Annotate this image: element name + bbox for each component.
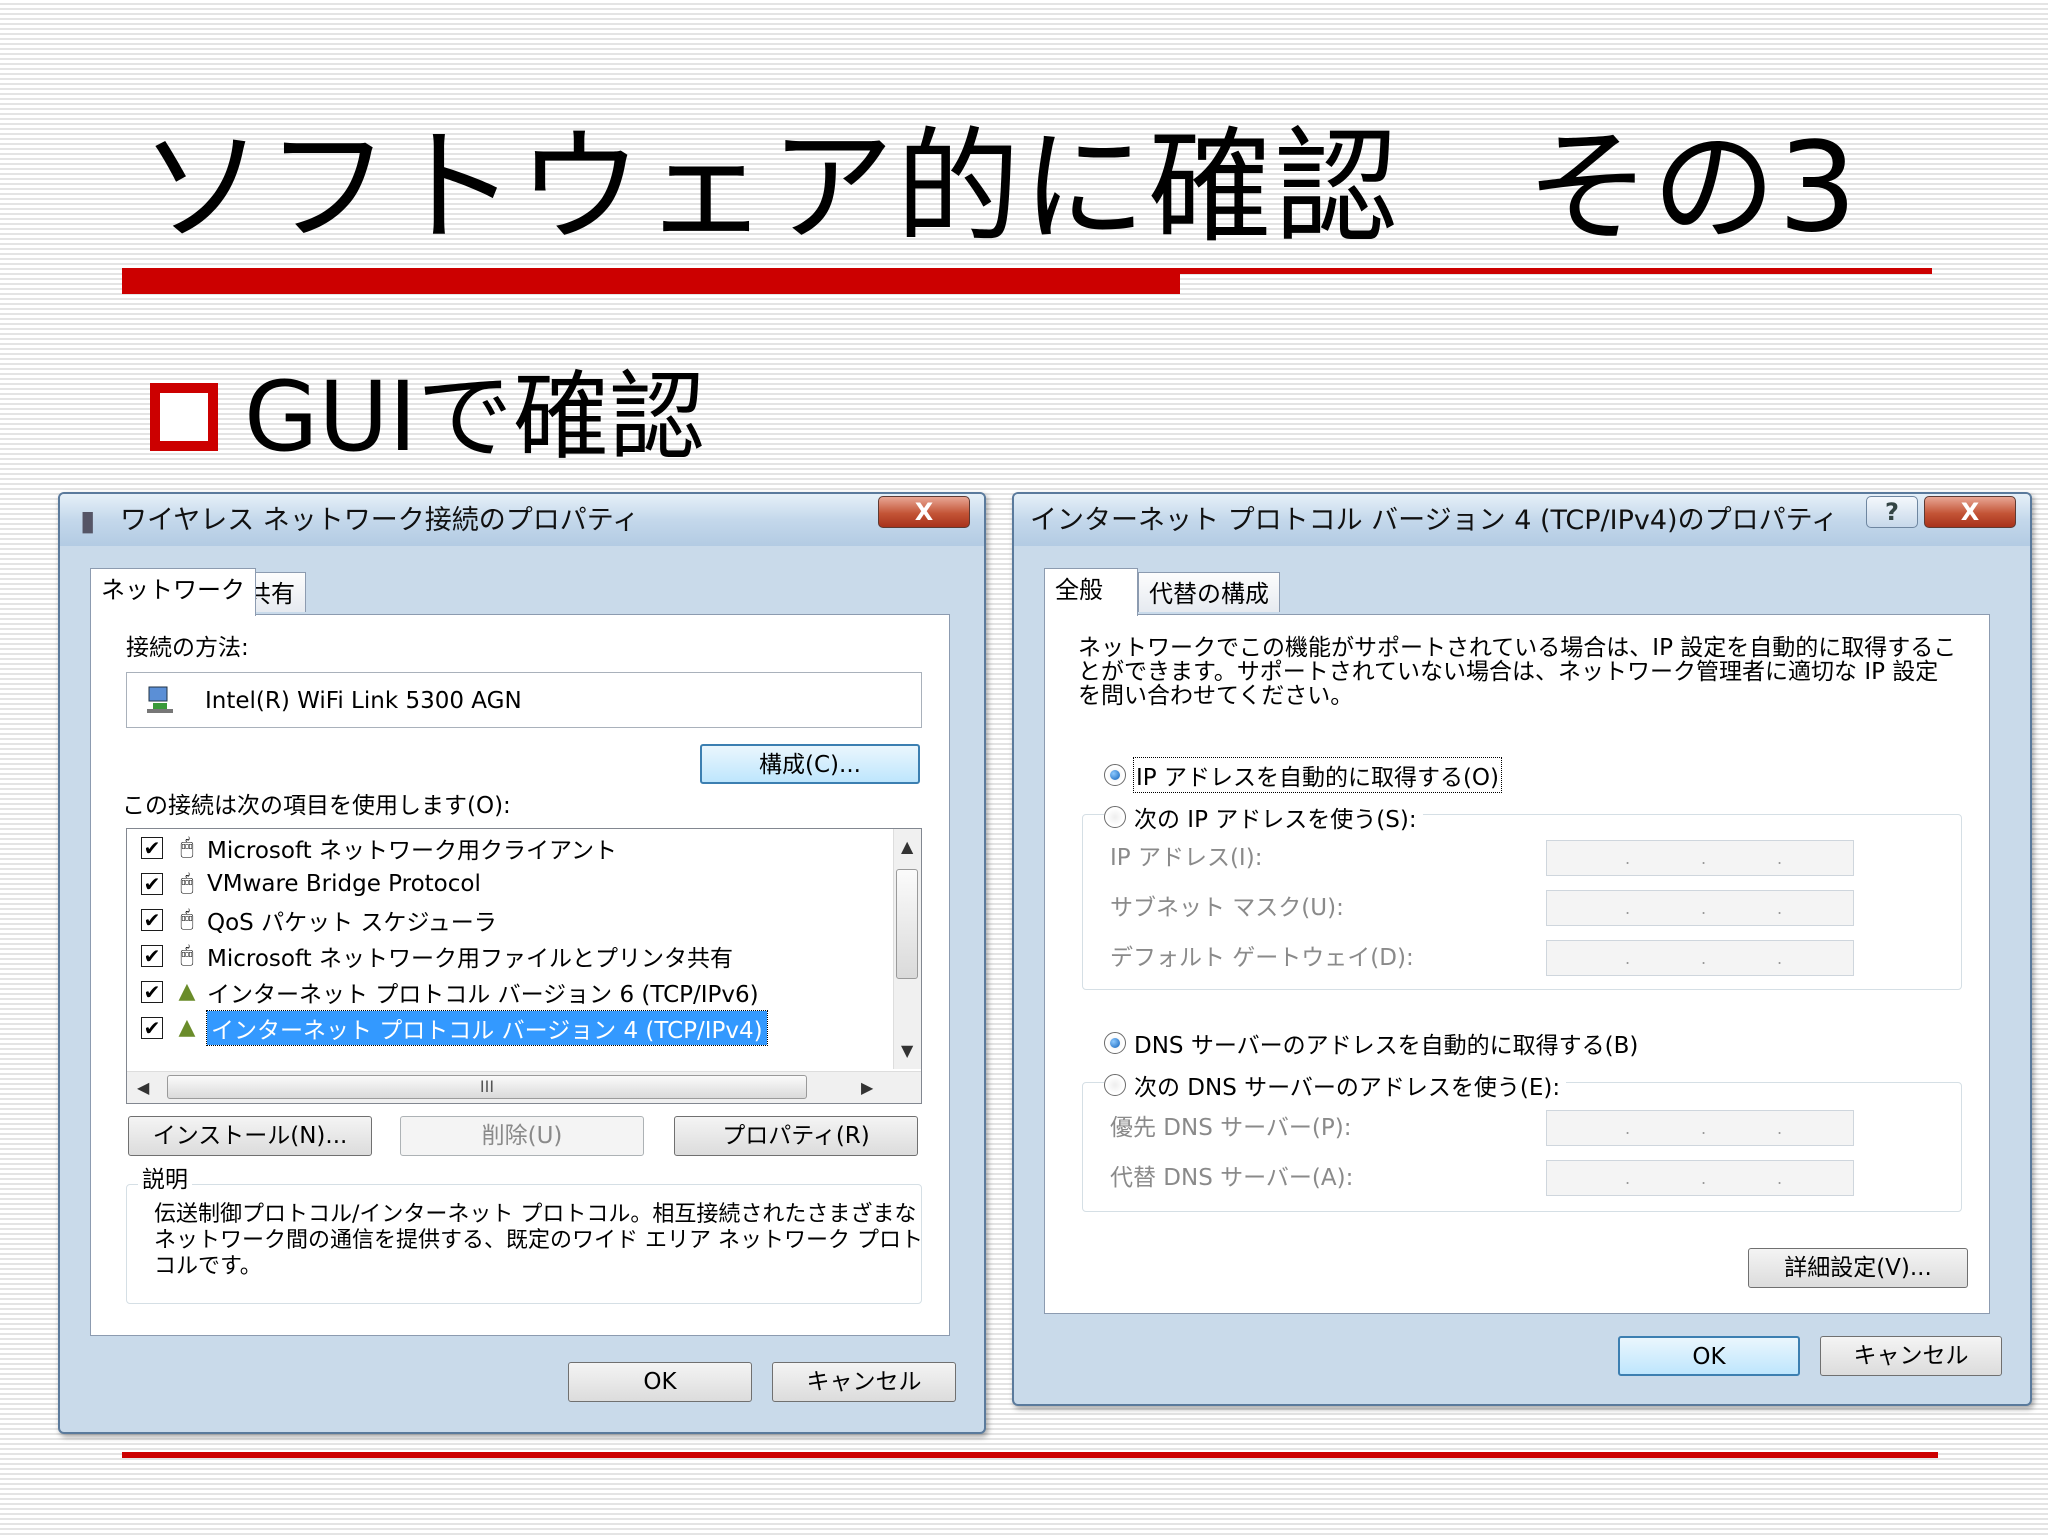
ok-button[interactable]: OK (568, 1362, 752, 1402)
help-button[interactable]: ? (1866, 496, 1918, 528)
ok-button[interactable]: OK (1618, 1336, 1800, 1376)
square-bullet-icon (150, 383, 218, 451)
dns-manual-radio[interactable]: 次の DNS サーバーのアドレスを使う(E): (1104, 1068, 1567, 1102)
preferred-dns-label: 優先 DNS サーバー(P): (1110, 1115, 1352, 1141)
component-list[interactable]: ✔ 🖱 Microsoft ネットワーク用クライアント ✔ 🖱 VMware B… (126, 828, 922, 1104)
list-item-selected[interactable]: ✔ ▲ インターネット プロトコル バージョン 4 (TCP/IPv4) (141, 1010, 768, 1046)
scroll-up-arrow-icon[interactable]: ▲ (901, 837, 913, 856)
wireless-properties-dialog: ▮ ワイヤレス ネットワーク接続のプロパティ X ネットワーク 共有 接続の方法… (58, 492, 986, 1434)
dns-auto-radio[interactable]: DNS サーバーのアドレスを自動的に取得する(B) (1104, 1026, 1638, 1060)
network-service-icon: 🖱 (180, 943, 194, 968)
tab-general[interactable]: 全般 (1044, 568, 1138, 616)
ip-address-field[interactable]: ... (1546, 840, 1854, 876)
radio-button[interactable] (1104, 1074, 1126, 1096)
subnet-mask-label: サブネット マスク(U): (1110, 895, 1344, 921)
scroll-thumb-horizontal[interactable]: III (167, 1075, 807, 1099)
list-item-label: インターネット プロトコル バージョン 6 (TCP/IPv6) (207, 982, 759, 1008)
adapter-display: Intel(R) WiFi Link 5300 AGN (126, 672, 922, 728)
scroll-right-arrow-icon[interactable]: ▶ (861, 1078, 873, 1097)
checkbox[interactable]: ✔ (141, 981, 163, 1003)
dialog-title: ワイヤレス ネットワーク接続のプロパティ (120, 505, 640, 536)
radio-label: DNS サーバーのアドレスを自動的に取得する(B) (1134, 1033, 1639, 1059)
radio-button-selected[interactable] (1104, 1032, 1126, 1054)
tab-network[interactable]: ネットワーク (90, 568, 256, 616)
checkbox[interactable]: ✔ (141, 909, 163, 931)
alternate-dns-label: 代替 DNS サーバー(A): (1110, 1165, 1354, 1191)
network-connection-icon: ▮ (80, 504, 96, 537)
alternate-dns-field[interactable]: ... (1546, 1160, 1854, 1196)
footer-rule (122, 1452, 1938, 1458)
dialog-titlebar[interactable]: インターネット プロトコル バージョン 4 (TCP/IPv4)のプロパティ ?… (1014, 494, 2030, 546)
network-client-icon: 🖱 (180, 835, 194, 860)
list-item-label: Microsoft ネットワーク用ファイルとプリンタ共有 (207, 946, 733, 972)
properties-button[interactable]: プロパティ(R) (674, 1116, 918, 1156)
scroll-left-arrow-icon[interactable]: ◀ (137, 1078, 149, 1097)
bullet-item: GUIで確認 (150, 362, 705, 472)
horizontal-scrollbar[interactable]: ◀ III ▶ (127, 1071, 921, 1103)
radio-button[interactable] (1104, 806, 1126, 828)
uninstall-button[interactable]: 削除(U) (400, 1116, 644, 1156)
ip-manual-radio[interactable]: 次の IP アドレスを使う(S): (1104, 800, 1423, 834)
list-item[interactable]: ✔ ▲ インターネット プロトコル バージョン 6 (TCP/IPv6) (141, 975, 759, 1009)
checkbox[interactable]: ✔ (141, 837, 163, 859)
list-item-label: インターネット プロトコル バージョン 4 (TCP/IPv4) (206, 1010, 768, 1046)
title-underline-thick (122, 268, 1180, 294)
radio-button-selected[interactable] (1104, 764, 1126, 786)
slide-title: ソフトウェア的に確認 その3 (140, 116, 1859, 260)
advanced-button[interactable]: 詳細設定(V)... (1748, 1248, 1968, 1288)
checkbox[interactable]: ✔ (141, 945, 163, 967)
default-gateway-label: デフォルト ゲートウェイ(D): (1110, 945, 1414, 971)
install-button[interactable]: インストール(N)... (128, 1116, 372, 1156)
cancel-button[interactable]: キャンセル (1820, 1336, 2002, 1376)
list-item[interactable]: ✔ 🖱 Microsoft ネットワーク用クライアント (141, 831, 617, 865)
network-adapter-icon (147, 686, 173, 713)
checkbox[interactable]: ✔ (141, 1017, 163, 1039)
ip-address-label: IP アドレス(I): (1110, 845, 1263, 871)
dialog-title: インターネット プロトコル バージョン 4 (TCP/IPv4)のプロパティ (1030, 505, 1838, 536)
list-item-label: Microsoft ネットワーク用クライアント (207, 838, 618, 864)
network-service-icon: 🖱 (180, 907, 194, 932)
ip-auto-radio[interactable]: IP アドレスを自動的に取得する(O) (1104, 757, 1503, 793)
radio-label: IP アドレスを自動的に取得する(O) (1132, 757, 1503, 793)
list-item-label: VMware Bridge Protocol (207, 871, 481, 897)
dialog-titlebar[interactable]: ▮ ワイヤレス ネットワーク接続のプロパティ X (60, 494, 984, 546)
list-item[interactable]: ✔ 🖱 VMware Bridge Protocol (141, 867, 481, 901)
default-gateway-field[interactable]: ... (1546, 940, 1854, 976)
description-label: 説明 (138, 1166, 192, 1194)
preferred-dns-field[interactable]: ... (1546, 1110, 1854, 1146)
subnet-mask-field[interactable]: ... (1546, 890, 1854, 926)
list-item[interactable]: ✔ 🖱 QoS パケット スケジューラ (141, 903, 497, 937)
cancel-button[interactable]: キャンセル (772, 1362, 956, 1402)
scroll-thumb[interactable] (896, 869, 918, 979)
scroll-down-arrow-icon[interactable]: ▼ (901, 1041, 913, 1060)
checkbox[interactable]: ✔ (141, 873, 163, 895)
description-text: 伝送制御プロトコル/インターネット プロトコル。相互接続されたさまざまなネットワ… (154, 1202, 923, 1279)
items-label: この接続は次の項目を使用します(O): (122, 793, 511, 819)
list-item-label: QoS パケット スケジューラ (207, 910, 497, 936)
list-item[interactable]: ✔ 🖱 Microsoft ネットワーク用ファイルとプリンタ共有 (141, 939, 733, 973)
network-service-icon: 🖱 (180, 871, 194, 896)
intro-text: ネットワークでこの機能がサポートされている場合は、IP 設定を自動的に取得するこ… (1078, 635, 1957, 709)
title-underline-thin (1180, 268, 1932, 274)
tab-alternate-configuration[interactable]: 代替の構成 (1138, 572, 1280, 612)
protocol-icon: ▲ (178, 979, 196, 1004)
vertical-scrollbar[interactable]: ▲ ▼ (893, 829, 921, 1069)
radio-label: 次の IP アドレスを使う(S): (1134, 807, 1417, 833)
connect-using-label: 接続の方法: (126, 635, 249, 661)
protocol-icon: ▲ (178, 1015, 196, 1040)
configure-button[interactable]: 構成(C)... (700, 744, 920, 784)
close-button[interactable]: X (878, 496, 970, 528)
close-button[interactable]: X (1924, 496, 2016, 528)
bullet-text: GUIで確認 (244, 361, 705, 473)
ipv4-properties-dialog: インターネット プロトコル バージョン 4 (TCP/IPv4)のプロパティ ?… (1012, 492, 2032, 1406)
adapter-name: Intel(R) WiFi Link 5300 AGN (205, 688, 522, 714)
radio-label: 次の DNS サーバーのアドレスを使う(E): (1134, 1075, 1561, 1101)
